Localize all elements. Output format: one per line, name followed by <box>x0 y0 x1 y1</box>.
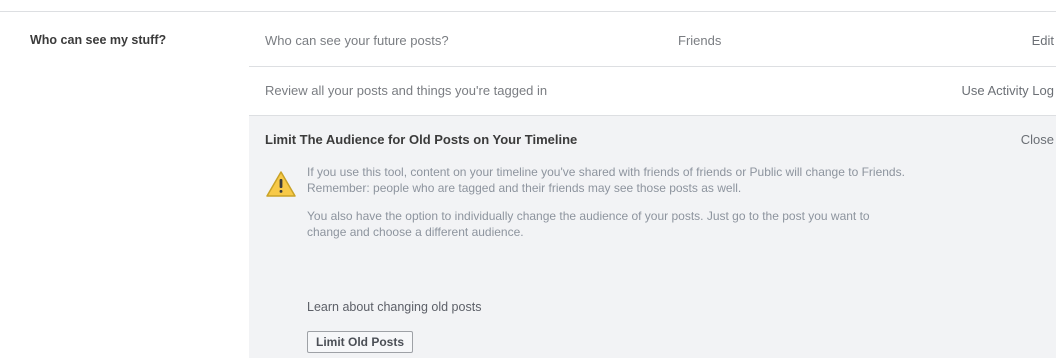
close-link[interactable]: Close <box>1021 132 1054 147</box>
panel-title: Limit The Audience for Old Posts on Your… <box>265 132 578 147</box>
setting-question: Who can see your future posts? <box>265 33 449 48</box>
panel-body: If you use this tool, content on your ti… <box>307 164 907 252</box>
learn-about-old-posts-link[interactable]: Learn about changing old posts <box>307 300 481 314</box>
privacy-settings-page: Who can see my stuff? Who can see your f… <box>0 0 1056 358</box>
section-title: Who can see my stuff? <box>30 33 167 47</box>
setting-row-future-posts: Who can see your future posts? Friends E… <box>249 17 1056 65</box>
setting-row-review-posts: Review all your posts and things you're … <box>249 66 1056 115</box>
limit-old-posts-panel: Limit The Audience for Old Posts on Your… <box>249 115 1056 358</box>
top-divider <box>0 11 1056 12</box>
setting-value: Friends <box>678 33 722 48</box>
use-activity-log-link[interactable]: Use Activity Log <box>962 83 1055 98</box>
warning-icon <box>266 171 296 197</box>
setting-question: Review all your posts and things you're … <box>265 83 548 98</box>
panel-paragraph: You also have the option to individually… <box>307 209 870 239</box>
panel-paragraph: If you use this tool, content on your ti… <box>307 165 905 195</box>
limit-old-posts-button[interactable]: Limit Old Posts <box>307 331 414 353</box>
edit-link[interactable]: Edit <box>1032 33 1054 48</box>
